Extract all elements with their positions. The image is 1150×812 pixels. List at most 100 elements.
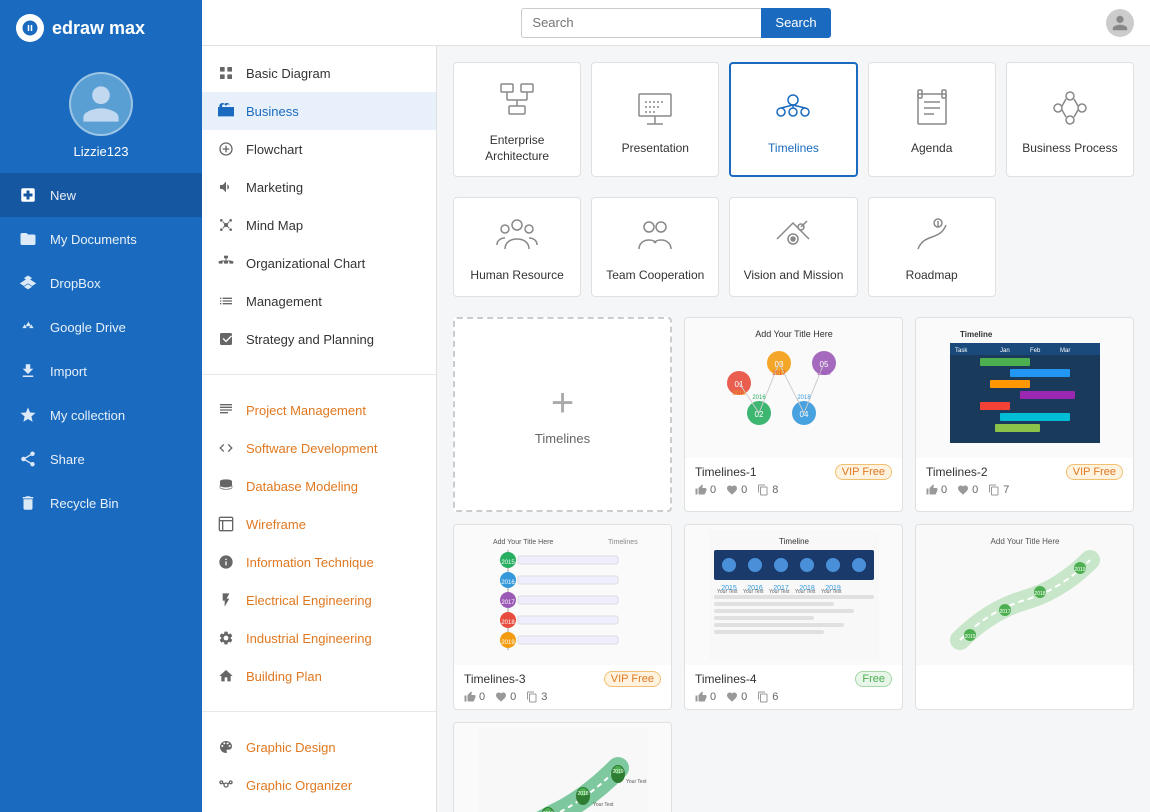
- middle-item-graphic-design[interactable]: Graphic Design: [202, 728, 436, 766]
- graphic-organizer-icon: [216, 775, 236, 795]
- team-cooperation-label: Team Cooperation: [606, 268, 704, 284]
- timelines-2-copies: 7: [988, 484, 1009, 496]
- middle-item-industrial-engineering[interactable]: Industrial Engineering: [202, 619, 436, 657]
- middle-section-1: Basic Diagram Business Flowchart: [202, 46, 436, 366]
- middle-item-strategy-planning[interactable]: Strategy and Planning: [202, 320, 436, 358]
- timelines-1-likes-count: 0: [710, 484, 716, 496]
- search-button[interactable]: Search: [761, 8, 830, 38]
- template-card-timelines-3[interactable]: Add Your Title Here Timelines 2015 2016: [453, 524, 672, 710]
- svg-text:Your Text: Your Text: [593, 802, 614, 808]
- dropbox-icon: [18, 273, 38, 293]
- middle-item-mind-map[interactable]: Mind Map: [202, 206, 436, 244]
- middle-item-project-management[interactable]: Project Management: [202, 391, 436, 429]
- roadmap-icon: [907, 210, 957, 260]
- sidebar-item-google-drive[interactable]: Google Drive: [0, 305, 202, 349]
- timelines-2-badge: VIP Free: [1066, 464, 1123, 480]
- avatar: [69, 72, 133, 136]
- building-plan-icon: [216, 666, 236, 686]
- middle-item-flowchart[interactable]: Flowchart: [202, 130, 436, 168]
- middle-item-database-modeling[interactable]: Database Modeling: [202, 467, 436, 505]
- management-icon: [216, 291, 236, 311]
- sidebar-item-recycle-bin[interactable]: Recycle Bin: [0, 481, 202, 525]
- category-presentation[interactable]: Presentation: [591, 62, 719, 177]
- sidebar-item-import[interactable]: Import: [0, 349, 202, 393]
- timelines-3-hearts: 0: [495, 691, 516, 703]
- agenda-icon: [907, 83, 957, 133]
- svg-text:2016: 2016: [752, 395, 766, 401]
- middle-item-wireframe[interactable]: Wireframe: [202, 505, 436, 543]
- electrical-engineering-icon: [216, 590, 236, 610]
- mind-map-label: Mind Map: [246, 218, 303, 233]
- new-template-label: Timelines: [535, 431, 590, 446]
- username: Lizzie123: [74, 144, 129, 159]
- timelines-1-image: Add Your Title Here 01 03 05 02 04: [685, 318, 902, 458]
- roadmap-label: Roadmap: [906, 268, 958, 284]
- timelines-3-title: Timelines-3: [464, 672, 526, 686]
- header-user-icon[interactable]: [1106, 9, 1134, 37]
- category-vision-mission[interactable]: Vision and Mission: [729, 197, 857, 297]
- category-roadmap[interactable]: Roadmap: [868, 197, 996, 297]
- svg-text:Your Text: Your Text: [769, 589, 790, 595]
- timelines-2-copies-count: 7: [1003, 484, 1009, 496]
- template-card-placeholder[interactable]: Add Your Title Here 2015 2017 2018: [915, 524, 1134, 710]
- timelines-1-title: Timelines-1: [695, 465, 757, 479]
- timelines-2-likes-count: 0: [941, 484, 947, 496]
- new-template-card[interactable]: + Timelines: [453, 317, 672, 512]
- business-icon: [216, 101, 236, 121]
- template-card-timelines-5[interactable]: 2015 2017 2018 2019: [453, 722, 672, 812]
- category-grid-row1: Enterprise Architecture P: [453, 62, 1134, 177]
- search-input[interactable]: [521, 8, 761, 38]
- middle-item-information-technique[interactable]: Information Technique: [202, 543, 436, 581]
- category-agenda[interactable]: Agenda: [868, 62, 996, 177]
- middle-item-basic-diagram[interactable]: Basic Diagram: [202, 54, 436, 92]
- wireframe-label: Wireframe: [246, 517, 306, 532]
- sidebar-item-new[interactable]: New: [0, 173, 202, 217]
- basic-diagram-icon: [216, 63, 236, 83]
- graphic-organizer-label: Graphic Organizer: [246, 778, 352, 793]
- svg-text:Timeline: Timeline: [960, 330, 993, 339]
- middle-item-software-development[interactable]: Software Development: [202, 429, 436, 467]
- category-team-cooperation[interactable]: Team Cooperation: [591, 197, 719, 297]
- timelines-1-copies: 8: [757, 484, 778, 496]
- middle-item-management[interactable]: Management: [202, 282, 436, 320]
- middle-item-infographic[interactable]: Infographic: [202, 804, 436, 812]
- strategy-planning-label: Strategy and Planning: [246, 332, 374, 347]
- category-business-process[interactable]: Business Process: [1006, 62, 1134, 177]
- sidebar-item-share[interactable]: Share: [0, 437, 202, 481]
- middle-item-building-plan[interactable]: Building Plan: [202, 657, 436, 695]
- category-timelines[interactable]: Timelines: [729, 62, 857, 177]
- middle-item-electrical-engineering[interactable]: Electrical Engineering: [202, 581, 436, 619]
- svg-text:2019: 2019: [501, 640, 515, 646]
- my-documents-icon: [18, 229, 38, 249]
- human-resource-icon: [492, 210, 542, 260]
- svg-text:Task: Task: [955, 348, 968, 354]
- middle-item-graphic-organizer[interactable]: Graphic Organizer: [202, 766, 436, 804]
- category-enterprise-architecture[interactable]: Enterprise Architecture: [453, 62, 581, 177]
- building-plan-label: Building Plan: [246, 669, 322, 684]
- middle-item-business[interactable]: Business: [202, 92, 436, 130]
- sidebar-item-dropbox[interactable]: DropBox: [0, 261, 202, 305]
- template-card-timelines-2[interactable]: Timeline Task Jan Feb Mar: [915, 317, 1134, 512]
- sidebar-item-recycle-bin-label: Recycle Bin: [50, 496, 119, 511]
- industrial-engineering-label: Industrial Engineering: [246, 631, 372, 646]
- svg-text:Add Your Title Here: Add Your Title Here: [755, 329, 833, 339]
- timelines-4-hearts: 0: [726, 691, 747, 703]
- svg-text:Mar: Mar: [1060, 348, 1070, 354]
- svg-text:Add Your Title Here: Add Your Title Here: [990, 537, 1059, 546]
- template-card-timelines-1[interactable]: Add Your Title Here 01 03 05 02 04: [684, 317, 903, 512]
- svg-text:Timelines: Timelines: [608, 539, 638, 546]
- sidebar-item-my-documents[interactable]: My Documents: [0, 217, 202, 261]
- timelines-3-badge: VIP Free: [604, 671, 661, 687]
- sidebar-item-my-collection[interactable]: My collection: [0, 393, 202, 437]
- template-card-timelines-4[interactable]: Timeline 2015 2016 2017: [684, 524, 903, 710]
- middle-item-organizational-chart[interactable]: Organizational Chart: [202, 244, 436, 282]
- svg-text:2019: 2019: [1074, 567, 1085, 573]
- sidebar-item-new-label: New: [50, 188, 76, 203]
- svg-text:Feb: Feb: [1030, 348, 1041, 354]
- placeholder-image: Add Your Title Here 2015 2017 2018: [916, 525, 1133, 665]
- svg-text:05: 05: [819, 360, 828, 369]
- project-management-label: Project Management: [246, 403, 366, 418]
- software-development-label: Software Development: [246, 441, 378, 456]
- middle-item-marketing[interactable]: Marketing: [202, 168, 436, 206]
- category-human-resource[interactable]: Human Resource: [453, 197, 581, 297]
